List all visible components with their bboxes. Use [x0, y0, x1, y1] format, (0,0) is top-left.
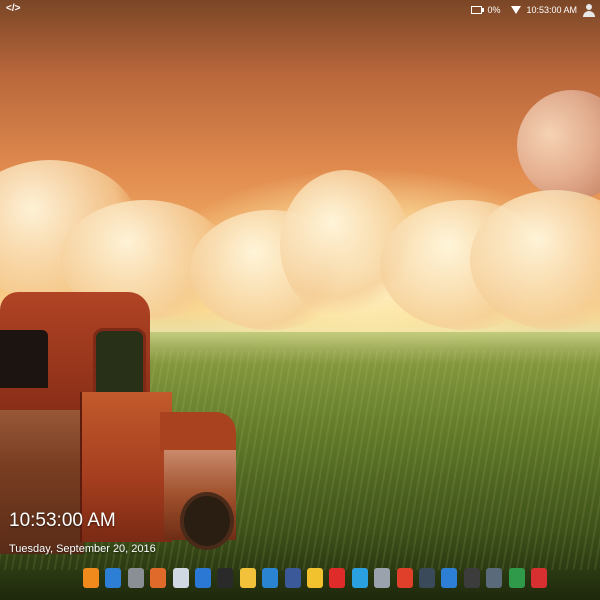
- bug-icon[interactable]: [486, 568, 503, 588]
- user-icon[interactable]: [582, 3, 596, 17]
- youtube-icon[interactable]: [329, 568, 346, 588]
- weather-icon[interactable]: [239, 568, 256, 588]
- mail-icon[interactable]: [307, 568, 323, 588]
- truck-wheel: [180, 492, 234, 550]
- notes-icon[interactable]: [463, 568, 480, 588]
- app-dock: [0, 562, 600, 594]
- terminal-icon[interactable]: [217, 568, 234, 588]
- battery-icon: [471, 6, 485, 14]
- list-icon[interactable]: [441, 568, 458, 588]
- alarm-clock-icon[interactable]: [83, 568, 99, 588]
- calculator-icon[interactable]: [127, 568, 144, 588]
- record-icon[interactable]: [531, 568, 547, 588]
- copy-icon[interactable]: [195, 568, 211, 588]
- clock-widget-time: 10:53:00 AM: [9, 510, 116, 531]
- truck-rear-window: [0, 330, 48, 388]
- facebook-icon[interactable]: [284, 568, 301, 588]
- clock-widget-date: Tuesday, September 20, 2016: [9, 543, 156, 555]
- planet: [517, 90, 600, 200]
- shark-icon[interactable]: [262, 568, 279, 588]
- wifi-icon: [511, 6, 522, 14]
- code-icon[interactable]: </>: [6, 3, 20, 14]
- camera-icon[interactable]: [419, 568, 435, 588]
- archive-icon[interactable]: [374, 568, 391, 588]
- globe-icon[interactable]: [105, 568, 122, 588]
- document-icon[interactable]: [172, 568, 189, 588]
- news-icon[interactable]: [351, 568, 368, 588]
- system-tray[interactable]: 0% 10:53:00 AM: [471, 2, 596, 18]
- tray-clock: 10:53:00 AM: [526, 5, 577, 15]
- top-status-bar: </> 0% 10:53:00 AM: [0, 0, 600, 20]
- truck-hood: [160, 412, 236, 452]
- photo-icon[interactable]: [150, 568, 167, 588]
- maps-icon[interactable]: [396, 568, 413, 588]
- battery-percent: 0%: [487, 5, 501, 15]
- shield-icon[interactable]: [508, 568, 525, 588]
